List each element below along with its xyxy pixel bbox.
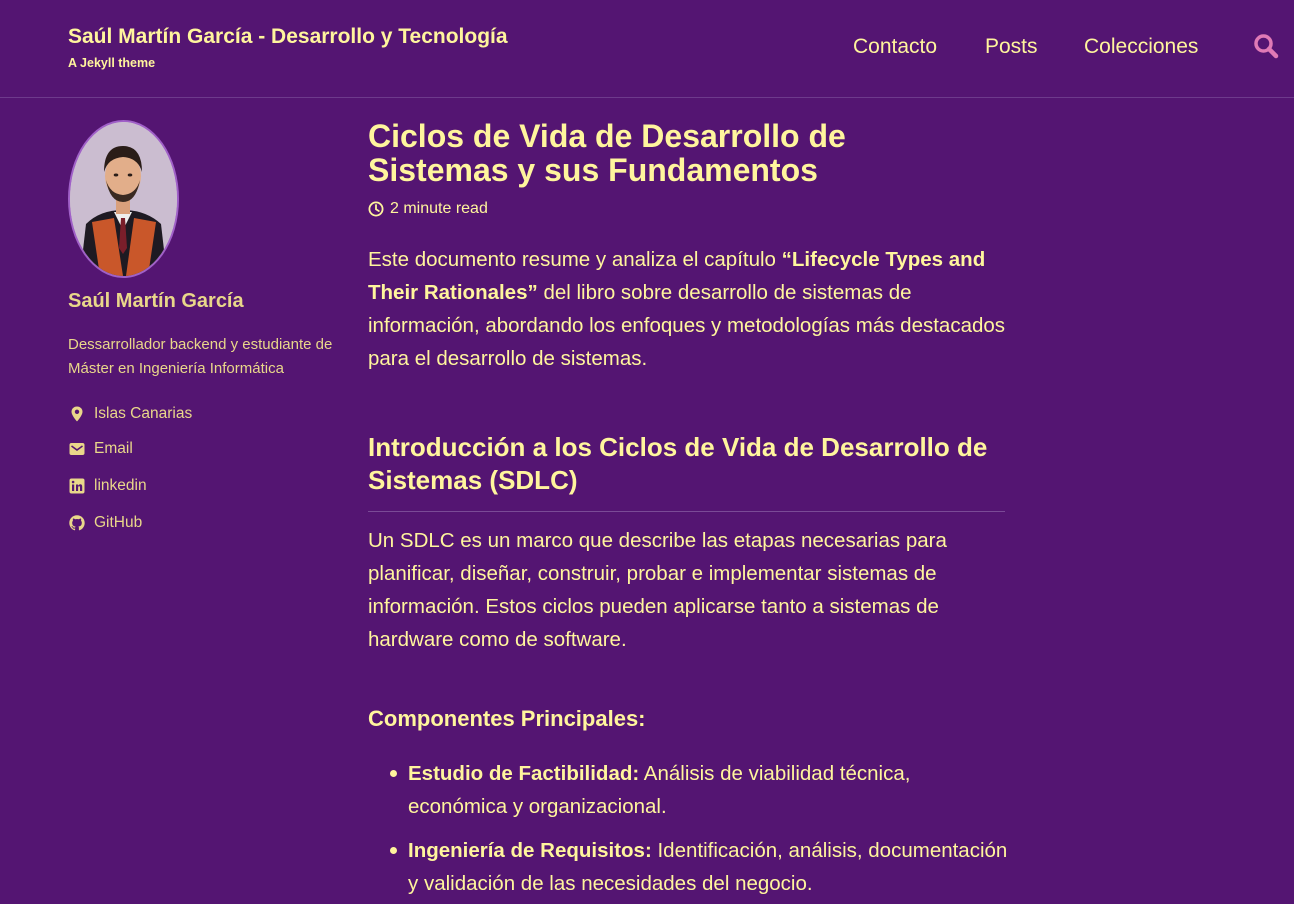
list-bullet [390,770,397,777]
read-time: 2 minute read [368,199,488,219]
avatar [68,120,179,278]
section-paragraph: Un SDLC es un marco que describe las eta… [368,529,947,651]
linkedin-icon [69,478,85,494]
clock-icon [368,201,384,217]
map-marker-icon [71,406,83,422]
author-link-label: GitHub [94,514,143,531]
intro-text: Este documento resume y analiza el capít… [368,248,782,271]
author-name: Saúl Martín García [68,290,244,312]
list-item-term: Ingeniería de Requisitos: [408,839,652,862]
read-time-label: 2 minute read [390,200,488,217]
author-link-label: Email [94,440,133,457]
post-title: Ciclos de Vida de Desarrollo de Sistemas… [368,118,846,188]
author-link-label: linkedin [94,477,147,494]
site-subtitle: A Jekyll theme [68,56,156,70]
list-item: Estudio de Factibilidad: Análisis de via… [408,757,1008,823]
search-icon [1254,34,1279,59]
site-title-link[interactable]: Saúl Martín García - Desarrollo y Tecnol… [68,25,508,49]
author-photo [70,122,177,276]
list-bullet [390,847,397,854]
list-item: Ingeniería de Requisitos: Identificación… [408,834,1008,900]
nav-link-colecciones[interactable]: Colecciones [1084,35,1198,59]
author-link-github[interactable]: GitHub [68,511,142,535]
subsection-heading: Componentes Principales: [368,706,646,731]
author-link-location[interactable]: Islas Canarias [68,402,192,426]
author-link-email[interactable]: Email [68,437,133,461]
nav-link-posts[interactable]: Posts [985,35,1038,59]
author-link-label: Islas Canarias [94,405,193,422]
masthead: Saúl Martín García - Desarrollo y Tecnol… [0,0,1294,98]
envelope-icon [69,443,85,455]
section-heading: Introducción a los Ciclos de Vida de Des… [368,431,1005,512]
list-item-term: Estudio de Factibilidad: [408,762,640,785]
nav-link-contacto[interactable]: Contacto [853,35,937,59]
author-bio: Dessarrollador backend y estudiante de M… [68,336,333,377]
intro-paragraph: Este documento resume y analiza el capít… [368,243,1008,375]
search-button[interactable] [1253,33,1279,61]
github-icon [69,515,85,531]
author-link-linkedin[interactable]: linkedin [68,474,147,498]
